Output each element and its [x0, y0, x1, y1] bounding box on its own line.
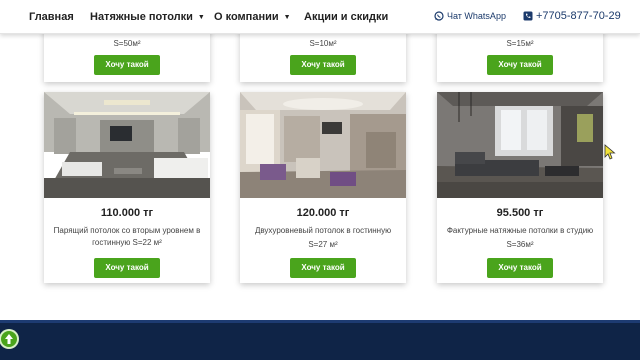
want-this-button[interactable]: Хочу такой	[290, 258, 356, 278]
product-card-3: 95.500 тг Фактурные натяжные потолки в с…	[437, 92, 603, 283]
want-this-button[interactable]: Хочу такой	[94, 55, 160, 75]
card-description: Парящий потолок со вторым уровнем в гост…	[53, 226, 201, 247]
card-price: 95.500 тг	[496, 207, 544, 219]
scroll-up-button[interactable]	[1, 331, 17, 347]
nav-promo[interactable]: Акции и скидки	[304, 11, 388, 23]
card-area: S=10м²	[309, 39, 337, 48]
nav-ceilings-label: Натяжные потолки	[90, 11, 193, 23]
top-navigation: Главная Натяжные потолки ▼ О компании ▼ Ак…	[0, 0, 640, 34]
ceiling-photo	[44, 92, 210, 198]
card-area: S=50м²	[113, 39, 141, 48]
product-card-2: 120.000 тг Двухуровневый потолок в гости…	[240, 92, 406, 283]
nav-about[interactable]: О компании ▼	[214, 11, 291, 23]
want-this-button[interactable]: Хочу такой	[487, 55, 553, 75]
phone-icon	[523, 11, 533, 21]
whatsapp-label: Чат WhatsApp	[447, 11, 506, 21]
mouse-cursor-icon	[604, 144, 616, 160]
card-description: Двухуровневый потолок в гостинную	[254, 226, 392, 235]
card-area: S=15м²	[506, 39, 534, 48]
whatsapp-icon	[434, 11, 444, 21]
whatsapp-chat-link[interactable]: Чат WhatsApp	[434, 11, 506, 21]
card-area: S=36м²	[506, 240, 534, 249]
footer	[0, 320, 640, 360]
card-price: 110.000 тг	[100, 207, 154, 219]
want-this-button[interactable]: Хочу такой	[487, 258, 553, 278]
phone-number: +7705-877-70-29	[536, 10, 621, 22]
phone-link[interactable]: +7705-877-70-29	[523, 10, 621, 22]
nav-home[interactable]: Главная	[29, 11, 74, 23]
ceiling-photo	[240, 92, 406, 198]
card-description: Фактурные натяжные потолки в студию	[446, 226, 594, 235]
card-price: 120.000 тг	[296, 207, 350, 219]
want-this-button[interactable]: Хочу такой	[290, 55, 356, 75]
card-area: S=27 м²	[308, 240, 338, 249]
caret-down-icon: ▼	[283, 14, 291, 21]
nav-about-label: О компании	[214, 11, 279, 23]
product-card-1: 110.000 тг Парящий потолок со вторым уро…	[44, 92, 210, 283]
caret-down-icon: ▼	[197, 14, 205, 21]
ceiling-photo	[437, 92, 603, 198]
want-this-button[interactable]: Хочу такой	[94, 258, 160, 278]
nav-ceilings[interactable]: Натяжные потолки ▼	[90, 11, 205, 23]
arrow-up-icon	[5, 334, 13, 344]
